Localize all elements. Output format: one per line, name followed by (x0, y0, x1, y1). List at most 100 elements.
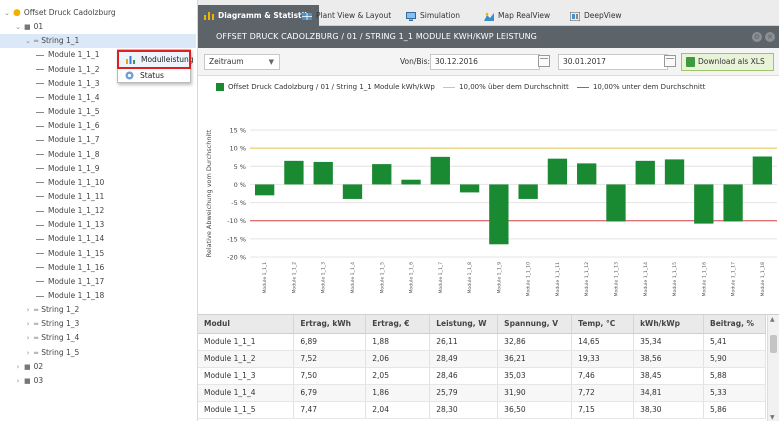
period-select[interactable]: Zeitraum ▼ (204, 54, 280, 70)
table-cell: 5,86 (703, 401, 766, 419)
table-row[interactable]: Module 1_1_2 7,52 2,06 28,49 36,21 19,33 38,56… (198, 350, 766, 368)
scrollbar-thumb[interactable] (770, 335, 777, 353)
chevron-down-icon: ▼ (268, 58, 274, 66)
date-to-input[interactable]: 30.01.2017 (558, 54, 668, 70)
tree-branch-line (36, 238, 44, 240)
chevron-right-icon[interactable]: › (14, 360, 22, 374)
tree-node-string[interactable]: › ═ String 1_5 (0, 346, 196, 360)
tab-map-realview[interactable]: Map RealView (478, 7, 550, 26)
tree-node-label: String 1_5 (41, 347, 80, 357)
tree-branch-line (36, 97, 44, 99)
chevron-right-icon[interactable]: › (24, 331, 32, 345)
table-cell: Module 1_1_1 (198, 333, 295, 351)
tree-node-module[interactable]: Module 1_1_13 (0, 218, 196, 232)
table-cell: 5,88 (703, 367, 766, 385)
tree-node-module[interactable]: Module 1_1_9 (0, 162, 196, 176)
tree-node-module[interactable]: Module 1_1_7 (0, 133, 196, 147)
tree-node-label: Module 1_1_2 (48, 64, 100, 74)
tree-node-string[interactable]: ⌄ ═ String 1_1 (0, 34, 196, 49)
bar-15 (664, 159, 685, 185)
chevron-right-icon[interactable]: › (24, 303, 32, 317)
x-tick-label: Module 1_1_5 (379, 262, 385, 294)
tree-node-plant[interactable]: ⌄ ● Offset Druck Cadolzburg (0, 6, 196, 20)
table-cell: 35,34 (633, 333, 704, 351)
tree-node-inverter-02[interactable]: › ■ 02 (0, 360, 196, 374)
table-row[interactable]: Module 1_1_1 6,89 1,88 26,11 32,86 14,65 35,34… (198, 333, 766, 351)
close-icon[interactable]: ✕ (765, 32, 775, 42)
tab-plant-view[interactable]: Plant View & Layout (296, 7, 391, 26)
tab-label: Plant View & Layout (316, 11, 392, 20)
tree-node-module[interactable]: Module 1_1_14 (0, 232, 196, 246)
bar-14 (635, 160, 655, 185)
tree-node-module[interactable]: Module 1_1_4 (0, 91, 196, 105)
panel-title-bar: OFFSET DRUCK CADOLZBURG / 01 / STRING 1_… (198, 26, 779, 48)
tree-node-string[interactable]: › ═ String 1_2 (0, 303, 196, 317)
x-tick-label: Module 1_1_2 (291, 262, 297, 294)
tree-node-module[interactable]: Module 1_1_11 (0, 190, 196, 204)
bar-17 (723, 184, 743, 222)
chevron-down-icon[interactable]: ⌄ (14, 20, 22, 34)
table-cell: 26,11 (429, 333, 499, 351)
tree-node-module[interactable]: Module 1_1_6 (0, 119, 196, 133)
calendar-icon[interactable] (664, 55, 676, 67)
tree-node-string[interactable]: › ═ String 1_4 (0, 331, 196, 345)
column-header[interactable]: Modul (198, 315, 295, 334)
tree-node-label: 01 (33, 22, 44, 32)
tree-node-inverter-03[interactable]: › ■ 03 (0, 374, 196, 388)
bar-12 (577, 163, 597, 185)
y-tick-label: 0 % (234, 181, 246, 189)
calendar-icon[interactable] (538, 55, 550, 67)
table-row[interactable]: Module 1_1_3 7,50 2,05 28,46 35,03 7,46 38,45 5… (198, 367, 766, 385)
tree-node-module[interactable]: Module 1_1_17 (0, 275, 196, 289)
tab-deepview[interactable]: DeepView (564, 7, 622, 26)
toolbar: Zeitraum ▼ Von/Bis: 30.12.2016 30.01.201… (198, 48, 779, 76)
column-header[interactable]: Spannung, V (497, 315, 573, 334)
table-row[interactable]: Module 1_1_5 7,47 2,04 28,30 36,50 7,15 38,30 5… (198, 401, 766, 419)
y-tick-label: -5 % (231, 199, 246, 207)
column-header[interactable]: Temp, °C (571, 315, 635, 334)
menu-item-status[interactable]: Status (118, 68, 190, 83)
string-icon: ═ (34, 306, 39, 315)
y-tick-label: 15 % (229, 127, 246, 135)
tab-simulation[interactable]: Simulation (400, 7, 460, 26)
menu-item-modulleistung[interactable]: Modulleistung (117, 50, 194, 69)
table-cell: Module 1_1_4 (198, 384, 295, 402)
table-scrollbar[interactable]: ▲ ▼ (767, 315, 779, 421)
table-row[interactable]: Module 1_1_4 6,79 1,86 25,79 31,90 7,72 34,81 5… (198, 384, 766, 402)
sun-icon: ● (13, 8, 21, 18)
tree-node-module[interactable]: Module 1_1_12 (0, 204, 196, 218)
scroll-down-icon[interactable]: ▼ (770, 414, 775, 421)
tree-node-module[interactable]: Module 1_1_15 (0, 247, 196, 261)
solar-panel-icon (302, 13, 312, 20)
chevron-right-icon[interactable]: › (14, 374, 22, 388)
bar-8 (459, 184, 480, 193)
tree-node-module[interactable]: Module 1_1_5 (0, 105, 196, 119)
tree-node-module[interactable]: Module 1_1_18 (0, 289, 196, 303)
tree-node-label: Module 1_1_17 (48, 276, 105, 286)
download-xls-button[interactable]: Download als XLS (681, 53, 774, 71)
tree-node-inverter-01[interactable]: ⌄ ■ 01 (0, 20, 196, 34)
x-tick-label: Module 1_1_14 (643, 262, 649, 297)
scroll-up-icon[interactable]: ▲ (770, 316, 775, 323)
tree-node-string[interactable]: › ═ String 1_3 (0, 317, 196, 331)
chevron-right-icon[interactable]: › (24, 346, 32, 360)
chevron-down-icon[interactable]: ⌄ (24, 34, 32, 48)
column-header[interactable]: Ertrag, kWh (293, 315, 367, 334)
panel-title: OFFSET DRUCK CADOLZBURG / 01 / STRING 1_… (216, 32, 537, 41)
tree-branch-line (36, 69, 44, 71)
column-header[interactable]: kWh/kWp (633, 315, 704, 334)
x-tick-label: Module 1_1_11 (555, 262, 561, 297)
tree-branch-line (36, 224, 44, 226)
tree-node-module[interactable]: Module 1_1_16 (0, 261, 196, 275)
tree-node-module[interactable]: Module 1_1_8 (0, 148, 196, 162)
column-header[interactable]: Beitrag, % (703, 315, 766, 334)
chevron-right-icon[interactable]: › (24, 317, 32, 331)
tree-node-module[interactable]: Module 1_1_10 (0, 176, 196, 190)
tab-label: Simulation (420, 11, 460, 20)
chevron-down-icon[interactable]: ⌄ (3, 6, 11, 20)
settings-icon[interactable]: ⚙ (752, 32, 762, 42)
y-tick-label: -20 % (227, 254, 246, 262)
date-from-input[interactable]: 30.12.2016 (430, 54, 540, 70)
column-header[interactable]: Leistung, W (429, 315, 499, 334)
column-header[interactable]: Ertrag, € (365, 315, 431, 334)
